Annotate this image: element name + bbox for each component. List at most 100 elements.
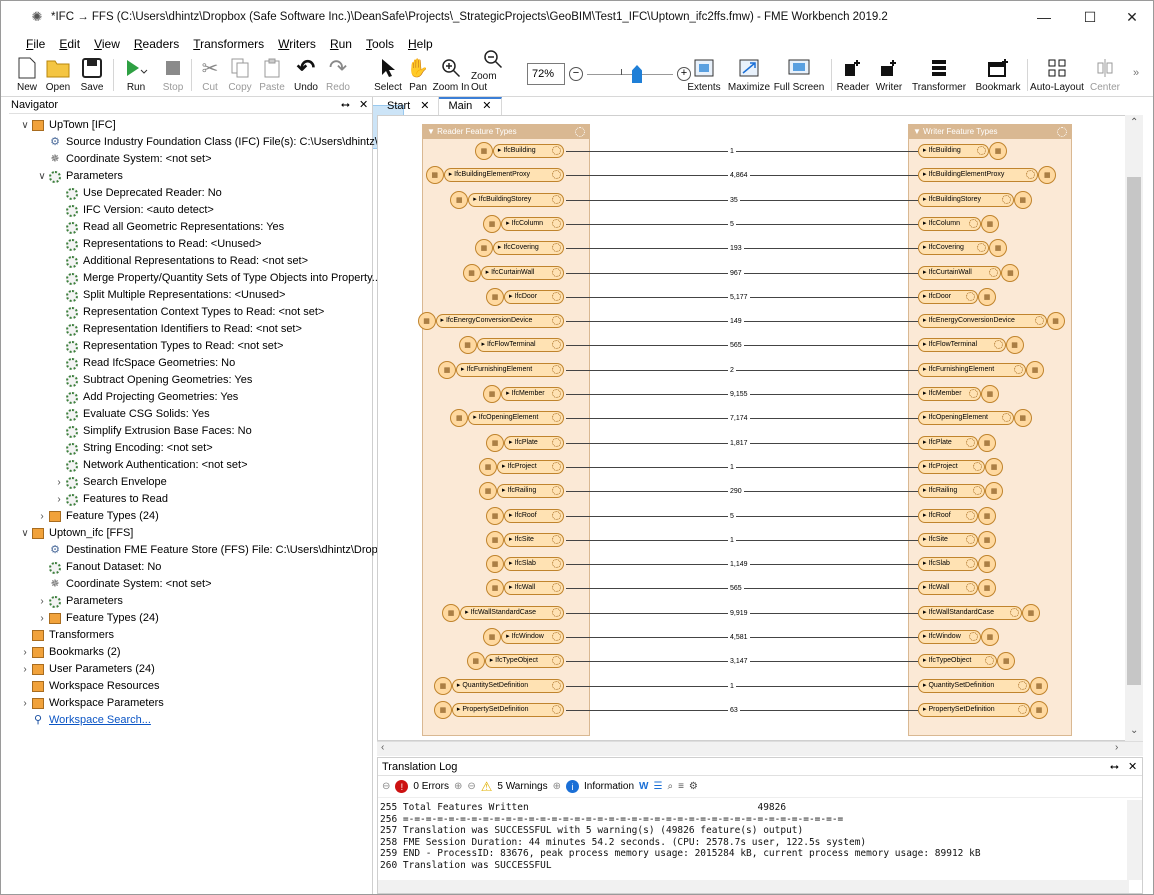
navigator-row[interactable]: Additional Representations to Read: <not… [53, 253, 308, 270]
writer-feature-type[interactable]: ▸ IfcRoof ▦ [918, 506, 996, 525]
feature-gear-icon[interactable] [551, 218, 561, 228]
feature-gear-icon[interactable] [1009, 607, 1019, 617]
feature-gear-icon[interactable] [552, 316, 561, 326]
filter-log-icon[interactable]: ≡ [678, 781, 684, 792]
navigator-row[interactable]: › Feature Types (24) [36, 610, 159, 627]
close-panel-icon[interactable]: ✕ [359, 97, 368, 114]
writer-feature-type[interactable]: ▸ QuantitySetDefinition ▦ [918, 676, 1049, 695]
maximize-button[interactable]: ☐ [1067, 1, 1113, 33]
canvas-horizontal-scrollbar[interactable]: ‹ › [377, 741, 1143, 756]
menu-file[interactable]: File [19, 35, 52, 53]
writer-feature-type[interactable]: ▸ IfcTypeObject ▦ [918, 652, 1016, 671]
transformer-button[interactable]: Transformer [907, 53, 971, 97]
navigator-row[interactable]: Evaluate CSG Solids: Yes [53, 406, 210, 423]
stop-button[interactable]: Stop [159, 53, 187, 97]
scroll-up-icon[interactable]: ⌃ [1130, 117, 1138, 128]
navigator-row[interactable]: › Bookmarks (2) [19, 644, 121, 661]
feature-gear-icon[interactable] [552, 291, 561, 301]
navigator-row[interactable]: Representations to Read: <Unused> [53, 236, 262, 253]
navigator-row[interactable]: ⚙ Destination FME Feature Store (FFS) Fil… [36, 542, 393, 559]
navigator-row[interactable]: ⚲ Workspace Search... [19, 712, 151, 729]
reader-button[interactable]: Reader [835, 53, 871, 97]
feature-gear-icon[interactable] [551, 243, 561, 253]
navigator-row[interactable]: String Encoding: <not set> [53, 440, 213, 457]
canvas-vertical-scroll-thumb[interactable] [1127, 177, 1141, 685]
new-button[interactable]: New [13, 53, 41, 97]
log-settings-gear-icon[interactable]: ⚙ [689, 781, 698, 792]
navigator-row[interactable]: › Features to Read [53, 491, 168, 508]
close-panel-icon[interactable]: ✕ [1128, 758, 1137, 776]
feature-gear-icon[interactable] [977, 146, 987, 155]
reader-feature-type[interactable]: ▦ ▸ IfcPlate [486, 433, 564, 452]
navigator-row[interactable]: › Search Envelope [53, 474, 167, 491]
navigator-row[interactable]: › Parameters [36, 593, 123, 610]
reader-feature-type[interactable]: ▦ ▸ IfcEnergyConversionDevice [417, 312, 564, 331]
reader-feature-type[interactable]: ▦ ▸ IfcBuildingElementProxy [425, 166, 564, 185]
feature-gear-icon[interactable] [552, 340, 561, 350]
navigator-row[interactable]: ✵ Coordinate System: <not set> [36, 151, 211, 168]
menu-run[interactable]: Run [323, 35, 359, 53]
writer-feature-type[interactable]: ▸ IfcColumn ▦ [918, 214, 999, 233]
navigator-row[interactable]: Read IfcSpace Geometries: No [53, 355, 235, 372]
feature-gear-icon[interactable] [973, 461, 982, 471]
workspace-search-link[interactable]: Workspace Search... [49, 712, 151, 729]
feature-gear-icon[interactable] [1026, 170, 1036, 180]
feature-gear-icon[interactable] [968, 389, 978, 398]
menu-view[interactable]: View [87, 35, 127, 53]
reader-feature-type[interactable]: ▦ ▸ IfcSlab [486, 555, 564, 574]
previous-error-icon[interactable]: ⊖ [382, 781, 390, 792]
close-icon[interactable]: ✕ [482, 99, 491, 115]
feature-gear-icon[interactable] [966, 437, 975, 447]
writer-feature-type[interactable]: ▸ IfcOpeningElement ▦ [918, 409, 1032, 428]
undo-button[interactable]: ↶ Undo [291, 53, 321, 97]
tab-main[interactable]: Main ✕ [439, 97, 502, 115]
zoom-slider-track[interactable] [587, 74, 673, 75]
writer-feature-type[interactable]: ▸ IfcRailing ▦ [918, 482, 1003, 501]
center-button[interactable]: Center [1085, 53, 1125, 97]
collapsed-chevron-icon[interactable]: › [36, 610, 48, 627]
navigator-row[interactable]: › Workspace Parameters [19, 695, 164, 712]
feature-gear-icon[interactable] [551, 146, 561, 155]
reader-feature-type[interactable]: ▦ ▸ IfcProject [479, 457, 564, 476]
reader-feature-type[interactable]: ▦ ▸ PropertySetDefinition [433, 700, 564, 719]
feature-gear-icon[interactable] [552, 437, 561, 447]
navigator-row[interactable]: ∨ Uptown_ifc [FFS] [19, 525, 133, 542]
errors-filter[interactable]: 0 Errors [413, 781, 449, 792]
scroll-right-icon[interactable]: › [1115, 742, 1118, 753]
navigator-row[interactable]: Representation Identifiers to Read: <not… [53, 321, 302, 338]
navigator-row[interactable]: ✵ Coordinate System: <not set> [36, 576, 211, 593]
writer-feature-type[interactable]: ▸ IfcCurtainWall ▦ [918, 263, 1020, 282]
feature-gear-icon[interactable] [551, 267, 561, 277]
close-icon[interactable]: ✕ [420, 97, 429, 115]
zoom-level-field[interactable]: 72% [527, 63, 565, 85]
feature-gear-icon[interactable] [968, 632, 978, 641]
menu-transformers[interactable]: Transformers [186, 35, 271, 53]
collapsed-chevron-icon[interactable]: › [19, 644, 31, 661]
reader-feature-type[interactable]: ▦ ▸ IfcDoor [486, 287, 564, 306]
zoom-out-button[interactable]: Zoom Out [471, 50, 515, 97]
writer-feature-type[interactable]: ▸ IfcBuildingStorey ▦ [918, 190, 1032, 209]
reader-feature-type[interactable]: ▦ ▸ IfcMember [483, 385, 564, 403]
navigator-row[interactable]: Simplify Extrusion Base Faces: No [53, 423, 252, 440]
next-warning-icon[interactable]: ⊕ [553, 781, 561, 792]
navigator-row[interactable]: › Feature Types (24) [36, 508, 159, 525]
feature-gear-icon[interactable] [552, 510, 561, 520]
navigator-row[interactable]: Workspace Resources [19, 678, 159, 695]
feature-gear-icon[interactable] [966, 559, 975, 569]
reader-feature-type[interactable]: ▦ ▸ IfcWallStandardCase [442, 603, 564, 622]
reader-feature-type[interactable]: ▦ ▸ IfcBuildingStorey [450, 190, 564, 209]
writer-feature-type[interactable]: ▸ IfcFlowTerminal ▦ [918, 336, 1024, 355]
menu-writers[interactable]: Writers [271, 35, 323, 53]
list-icon[interactable]: ☰ [653, 781, 662, 792]
feature-gear-icon[interactable] [968, 218, 978, 228]
reader-feature-type[interactable]: ▦ ▸ IfcFlowTerminal [458, 336, 564, 355]
feature-connection-line[interactable] [566, 539, 918, 541]
feature-connection-line[interactable] [566, 685, 918, 687]
auto-layout-button[interactable]: Auto-Layout [1029, 53, 1085, 97]
zoom-minus-icon[interactable]: − [569, 67, 583, 81]
feature-connection-line[interactable] [566, 709, 918, 711]
reader-feature-type[interactable]: ▦ ▸ IfcRoof [486, 506, 564, 525]
collapsed-chevron-icon[interactable]: › [19, 661, 31, 678]
feature-gear-icon[interactable] [989, 267, 999, 277]
navigator-row[interactable]: ∨ Parameters [36, 168, 123, 185]
